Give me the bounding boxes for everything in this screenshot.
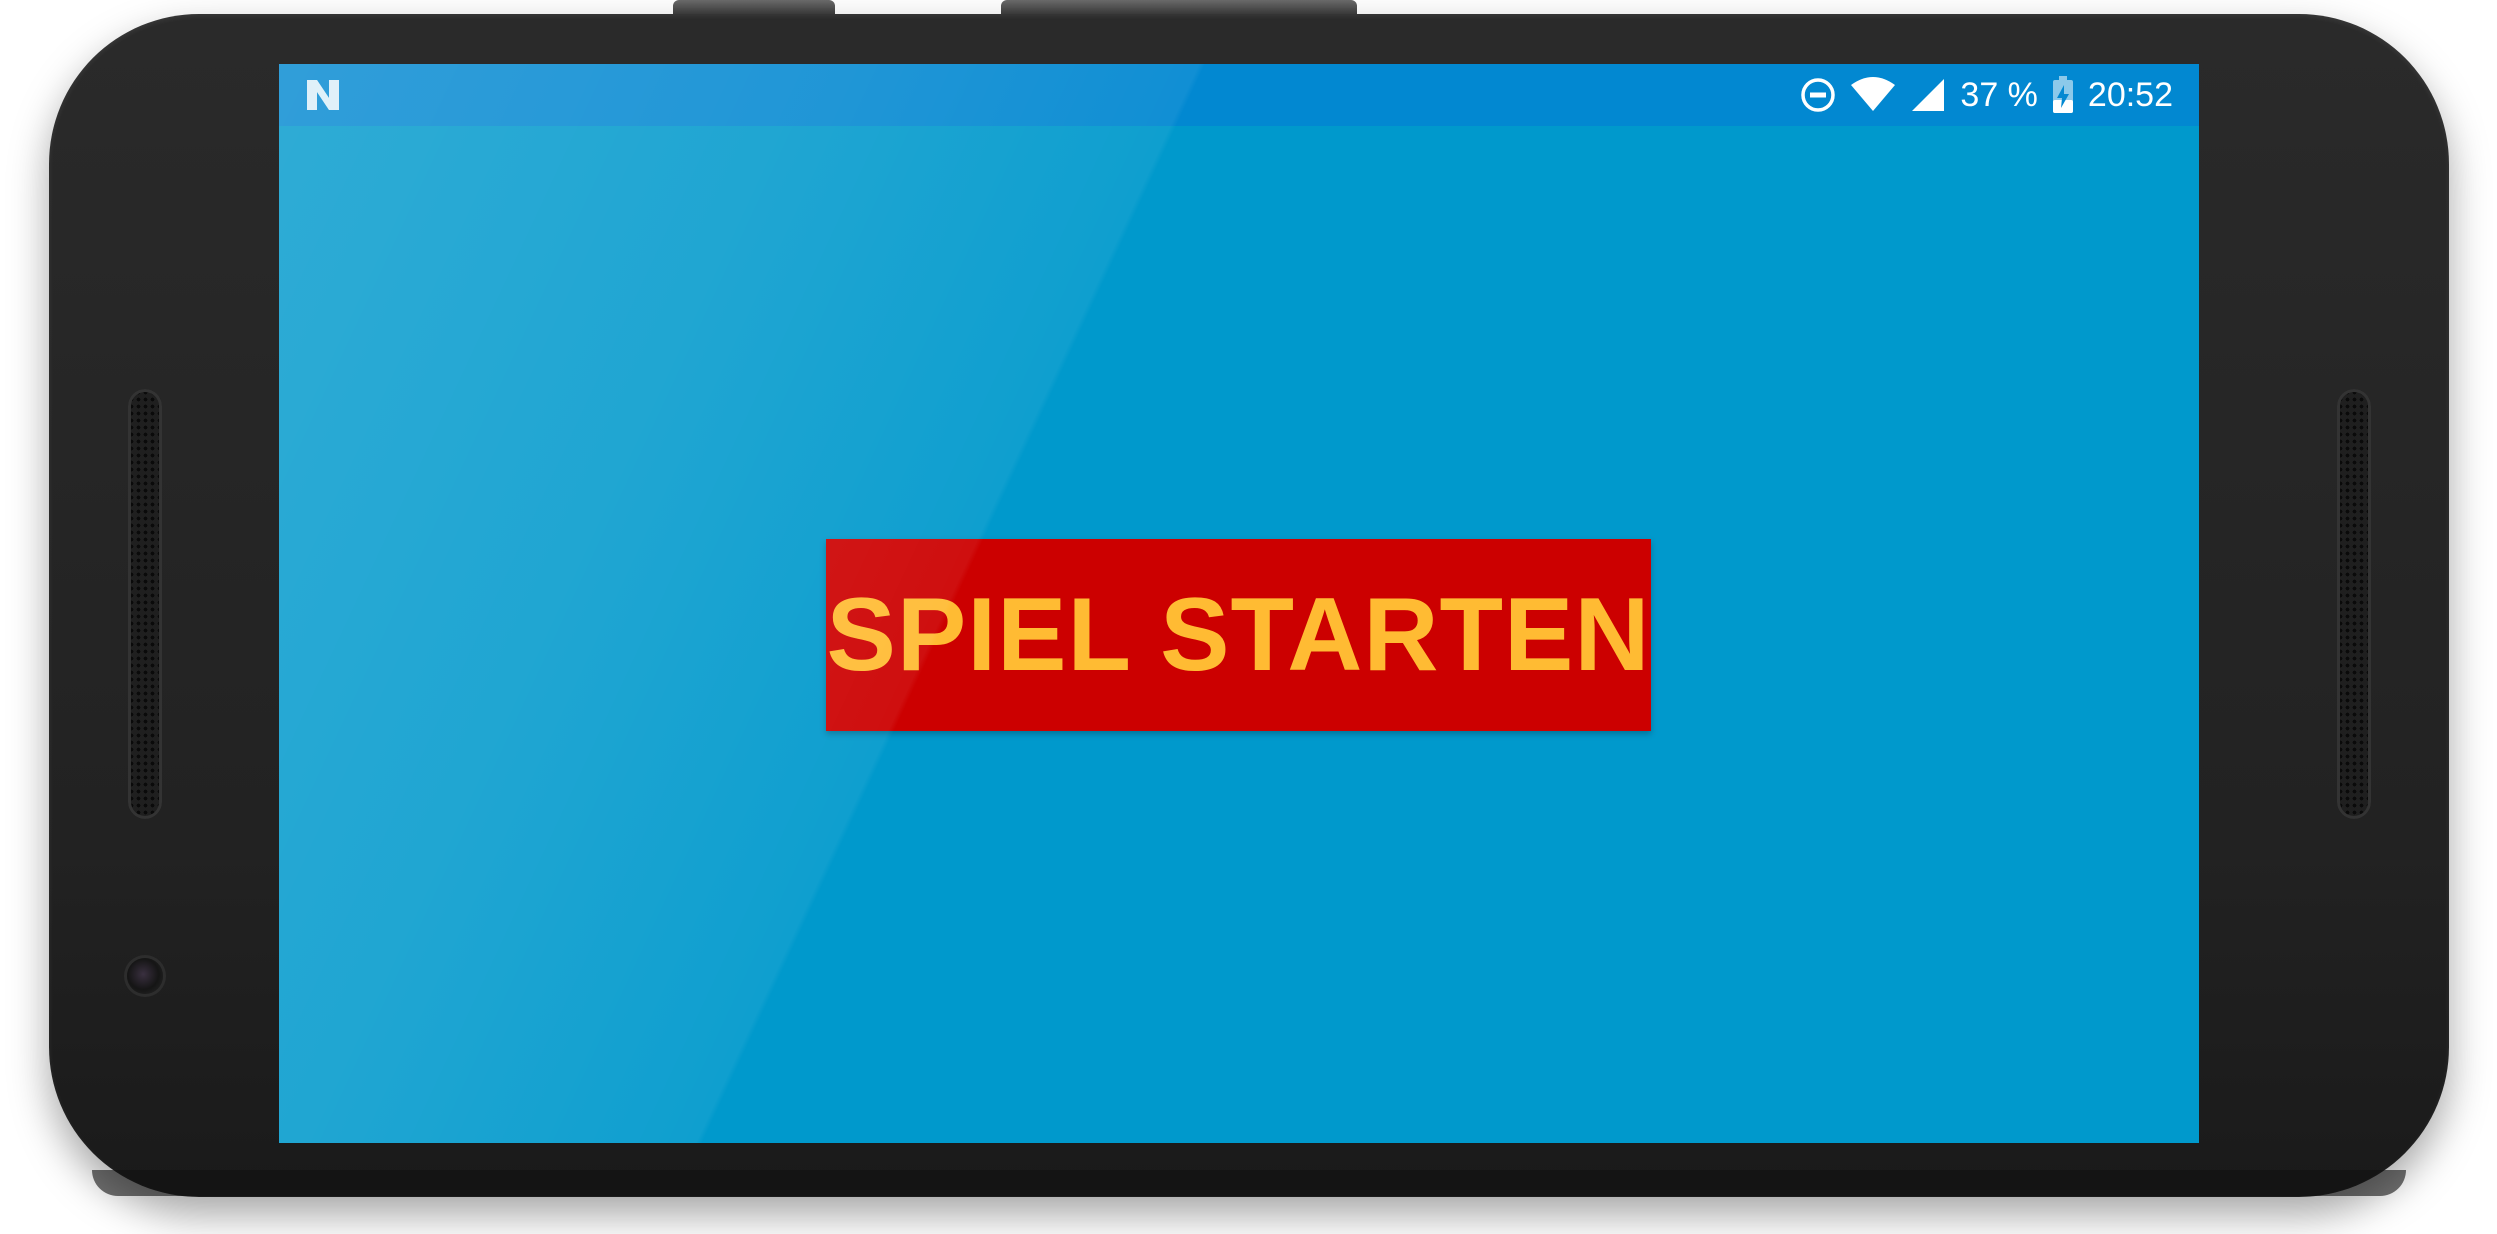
- device-mockup: 37 % 20:52 SPIEL STARTEN: [0, 0, 2497, 1234]
- volume-rocker: [1001, 0, 1357, 14]
- n-logo-icon: [305, 78, 341, 112]
- power-button: [673, 0, 835, 14]
- front-speaker-left: [128, 389, 162, 819]
- status-bar-system: 37 % 20:52: [1800, 64, 2173, 126]
- phone-edge: [92, 1170, 2406, 1196]
- front-speaker-right: [2337, 389, 2371, 819]
- battery-charging-icon: [2052, 76, 2074, 114]
- app-screen: 37 % 20:52 SPIEL STARTEN: [279, 64, 2199, 1143]
- start-game-label: SPIEL STARTEN: [826, 576, 1651, 693]
- battery-percentage: 37 %: [1960, 76, 2038, 114]
- start-game-button[interactable]: SPIEL STARTEN: [826, 539, 1651, 731]
- status-bar: 37 % 20:52: [279, 64, 2199, 126]
- front-camera: [127, 958, 163, 994]
- wifi-icon: [1850, 77, 1896, 113]
- cell-signal-icon: [1910, 77, 1946, 113]
- do-not-disturb-icon: [1800, 77, 1836, 113]
- clock: 20:52: [2087, 76, 2173, 114]
- status-bar-notifications: [305, 78, 341, 112]
